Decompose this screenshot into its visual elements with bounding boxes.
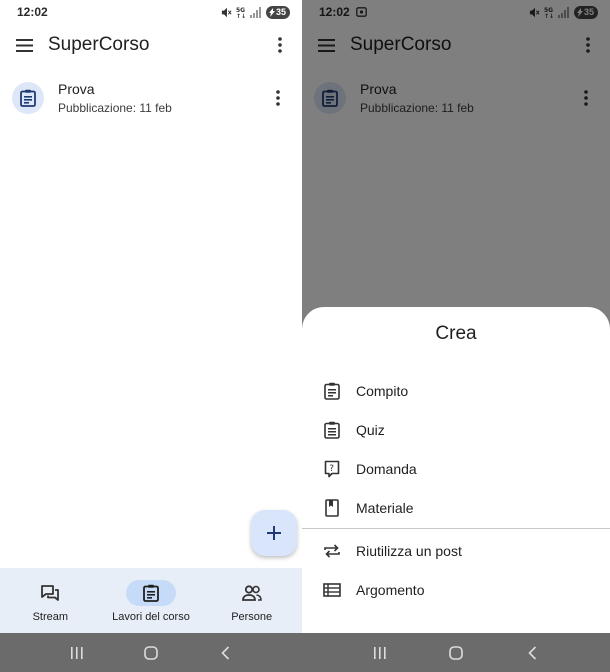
app-bar: SuperCorso	[0, 24, 302, 66]
sheet-item-question[interactable]: ? Domanda	[302, 449, 610, 488]
assignment-title: Prova	[58, 81, 95, 97]
back-icon[interactable]	[517, 638, 547, 668]
home-icon[interactable]	[441, 638, 471, 668]
nav-label-people: Persone	[231, 611, 273, 623]
back-icon[interactable]	[210, 638, 240, 668]
sheet-item-topic[interactable]: Argomento	[302, 570, 610, 609]
create-fab-button[interactable]	[251, 510, 297, 556]
right-screen: 12:02 5G↑↓ 35 SuperCorso Prova Pubblicaz…	[302, 0, 610, 672]
signal-icon	[249, 6, 261, 18]
nav-item-coursework[interactable]: Lavori del corso	[101, 568, 202, 633]
sheet-item-material[interactable]: Materiale	[302, 488, 610, 527]
bolt-icon	[268, 7, 275, 17]
create-bottom-sheet: Crea Compito Quiz ? Domanda Materiale Ri…	[302, 307, 610, 633]
sheet-item-label: Riutilizza un post	[356, 542, 462, 559]
system-navigation	[302, 633, 610, 672]
nav-label-stream: Stream	[32, 611, 69, 623]
quiz-icon	[322, 420, 342, 440]
mute-icon	[221, 7, 232, 17]
more-options-icon[interactable]	[270, 33, 290, 57]
home-icon[interactable]	[136, 638, 166, 668]
assignment-item[interactable]: Prova Pubblicazione: 11 feb	[12, 76, 288, 120]
sheet-item-label: Domanda	[356, 460, 417, 477]
network-5g-icon: 5G↑↓	[236, 7, 246, 18]
sheet-item-assignment[interactable]: Compito	[302, 371, 610, 410]
assignment-icon	[322, 381, 342, 401]
nav-item-people[interactable]: Persone	[201, 568, 302, 633]
people-icon	[241, 585, 262, 601]
plus-icon	[267, 526, 281, 540]
svg-text:?: ?	[329, 464, 334, 474]
sheet-title: Crea	[435, 323, 477, 344]
assignment-more-icon[interactable]	[268, 86, 288, 110]
sheet-item-label: Compito	[356, 382, 409, 399]
recent-apps-icon[interactable]	[365, 638, 395, 668]
assignment-icon	[12, 82, 44, 114]
book-icon	[322, 498, 342, 518]
recent-apps-icon[interactable]	[62, 638, 92, 668]
sheet-item-reuse-post[interactable]: Riutilizza un post	[302, 531, 610, 570]
battery-indicator: 35	[265, 5, 290, 19]
repeat-icon	[322, 541, 342, 561]
left-screen: 12:02 5G ↑↓ 35 SuperCorso Prova Pubblicaz…	[0, 0, 302, 672]
bottom-navigation: Stream Lavori del corso Persone	[0, 568, 302, 633]
nav-label-coursework: Lavori del corso	[112, 611, 190, 623]
system-navigation	[0, 633, 302, 672]
sheet-item-label: Quiz	[356, 421, 385, 438]
assignment-date: Pubblicazione: 11 feb	[58, 101, 172, 115]
topic-icon	[322, 580, 342, 600]
assignment-icon	[143, 584, 159, 602]
status-bar: 12:02 5G↑↓ 35	[0, 0, 302, 24]
svg-text:↑↓: ↑↓	[236, 13, 246, 18]
question-icon: ?	[322, 459, 342, 479]
sheet-item-label: Materiale	[356, 499, 414, 516]
nav-item-stream[interactable]: Stream	[0, 568, 101, 633]
sheet-divider	[302, 528, 610, 529]
sheet-item-quiz[interactable]: Quiz	[302, 410, 610, 449]
status-time: 12:02	[17, 5, 48, 19]
menu-icon[interactable]	[14, 35, 34, 55]
stream-icon	[41, 585, 60, 601]
app-title: SuperCorso	[48, 34, 150, 55]
sheet-item-label: Argomento	[356, 581, 425, 598]
